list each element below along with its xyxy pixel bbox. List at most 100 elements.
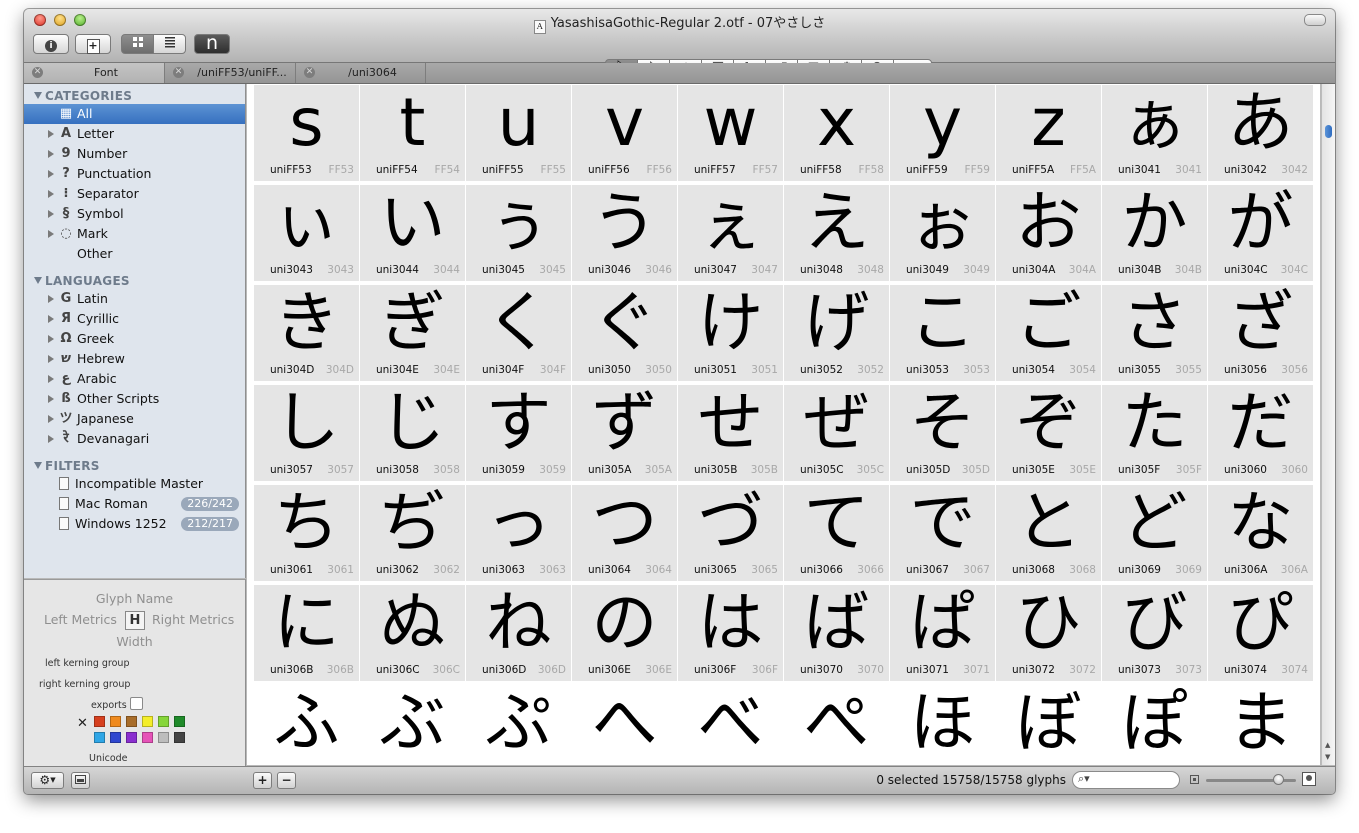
close-tab-icon[interactable]: ✕: [304, 67, 315, 78]
filter-item-incompatible-master[interactable]: Incompatible Master: [24, 474, 245, 494]
left-kerning-group-field[interactable]: left kerning group: [45, 658, 129, 669]
glyph-cell[interactable]: u uniFF55 FF55: [466, 84, 571, 181]
sidebar-item-number[interactable]: 9 Number: [24, 144, 245, 164]
tab-font[interactable]: ✕ Font: [24, 63, 165, 83]
disclosure-triangle-icon[interactable]: [48, 415, 54, 423]
glyph-cell[interactable]: ぶ: [360, 684, 465, 765]
glyph-cell[interactable]: ぼ: [996, 684, 1101, 765]
glyph-cell[interactable]: ぅ uni3045 3045: [466, 184, 571, 281]
glyph-cell[interactable]: y uniFF59 FF59: [890, 84, 995, 181]
glyph-cell[interactable]: ぎ uni304E 304E: [360, 284, 465, 381]
sidebar-item-all[interactable]: ▦ All: [24, 104, 245, 124]
glyph-cell[interactable]: ぜ uni305C 305C: [784, 384, 889, 481]
glyph-cell[interactable]: で uni3067 3067: [890, 484, 995, 581]
color-swatch[interactable]: [94, 732, 105, 743]
panel-toggle-button[interactable]: [71, 772, 90, 789]
scroll-up-arrow-icon[interactable]: ▲: [1325, 741, 1330, 749]
glyph-cell[interactable]: な uni306A 306A: [1208, 484, 1313, 581]
list-view-button[interactable]: [153, 34, 186, 54]
glyph-cell[interactable]: x uniFF58 FF58: [784, 84, 889, 181]
glyph-cell[interactable]: げ uni3052 3052: [784, 284, 889, 381]
sidebar-item-hebrew[interactable]: ש Hebrew: [24, 349, 245, 369]
color-swatch[interactable]: [126, 732, 137, 743]
right-metrics-field[interactable]: Right Metrics: [152, 612, 234, 627]
color-swatch[interactable]: [158, 732, 169, 743]
glyph-name-field[interactable]: Glyph Name: [24, 591, 245, 606]
glyph-cell[interactable]: く uni304F 304F: [466, 284, 571, 381]
disclosure-triangle-icon[interactable]: [48, 130, 54, 138]
disclosure-triangle-icon[interactable]: [48, 435, 54, 443]
sidebar-item-greek[interactable]: Ω Greek: [24, 329, 245, 349]
search-field[interactable]: ⌕▾: [1072, 771, 1180, 789]
glyph-cell[interactable]: こ uni3053 3053: [890, 284, 995, 381]
color-swatch[interactable]: [110, 732, 121, 743]
preview-button[interactable]: n: [194, 34, 230, 54]
disclosure-triangle-icon[interactable]: [48, 230, 54, 238]
glyph-cell[interactable]: た uni305F 305F: [1102, 384, 1207, 481]
info-button[interactable]: i: [33, 34, 69, 54]
unicode-field[interactable]: Unicode: [89, 753, 128, 764]
toolbar-toggle-button[interactable]: [1304, 14, 1326, 26]
glyph-cell[interactable]: か uni304B 304B: [1102, 184, 1207, 281]
glyph-cell[interactable]: ぺ: [784, 684, 889, 765]
color-swatch[interactable]: [110, 716, 121, 727]
scroll-down-arrow-icon[interactable]: ▼: [1325, 753, 1330, 761]
disclosure-triangle-icon[interactable]: [48, 375, 54, 383]
glyph-cell[interactable]: け uni3051 3051: [678, 284, 783, 381]
disclosure-triangle-icon[interactable]: [48, 170, 54, 178]
close-tab-icon[interactable]: ✕: [32, 67, 43, 78]
color-swatch[interactable]: [126, 716, 137, 727]
glyph-cell[interactable]: さ uni3055 3055: [1102, 284, 1207, 381]
glyph-cell[interactable]: っ uni3063 3063: [466, 484, 571, 581]
glyph-cell[interactable]: そ uni305D 305D: [890, 384, 995, 481]
close-tab-icon[interactable]: ✕: [173, 67, 184, 78]
left-metrics-field[interactable]: Left Metrics: [44, 612, 117, 627]
add-glyph-button[interactable]: +: [75, 34, 111, 54]
add-glyph-bottom-button[interactable]: +: [253, 772, 272, 789]
glyph-cell[interactable]: ぬ uni306C 306C: [360, 584, 465, 681]
glyph-cell[interactable]: き uni304D 304D: [254, 284, 359, 381]
sidebar-item-separator[interactable]: ⁝ Separator: [24, 184, 245, 204]
glyph-cell[interactable]: ぽ: [1102, 684, 1207, 765]
filter-item-mac-roman[interactable]: Mac Roman 226/242: [24, 494, 245, 514]
glyph-cell[interactable]: ぱ uni3071 3071: [890, 584, 995, 681]
color-swatch[interactable]: [174, 732, 185, 743]
remove-glyph-button[interactable]: −: [277, 772, 296, 789]
glyph-cell[interactable]: は uni306F 306F: [678, 584, 783, 681]
sidebar-item-other-scripts[interactable]: ß Other Scripts: [24, 389, 245, 409]
exports-checkbox[interactable]: [130, 697, 143, 710]
glyph-cell[interactable]: s uniFF53 FF53: [254, 84, 359, 181]
glyph-cell[interactable]: ま: [1208, 684, 1313, 765]
action-menu-button[interactable]: ⚙▼: [31, 772, 64, 789]
sidebar-item-japanese[interactable]: ツ Japanese: [24, 409, 245, 429]
glyph-cell[interactable]: ち uni3061 3061: [254, 484, 359, 581]
color-swatch[interactable]: [142, 732, 153, 743]
glyph-cell[interactable]: ぞ uni305E 305E: [996, 384, 1101, 481]
scrollbar-thumb[interactable]: [1325, 125, 1332, 138]
color-swatch[interactable]: [174, 716, 185, 727]
glyph-cell[interactable]: に uni306B 306B: [254, 584, 359, 681]
glyph-cell[interactable]: ぉ uni3049 3049: [890, 184, 995, 281]
glyph-cell[interactable]: ぃ uni3043 3043: [254, 184, 359, 281]
search-input[interactable]: [1099, 773, 1173, 787]
color-swatch[interactable]: [142, 716, 153, 727]
glyph-cell[interactable]: w uniFF57 FF57: [678, 84, 783, 181]
link-metrics-icon[interactable]: H: [125, 611, 145, 630]
right-kerning-group-field[interactable]: right kerning group: [39, 679, 130, 690]
filter-item-windows-1252[interactable]: Windows 1252 212/217: [24, 514, 245, 534]
glyph-cell[interactable]: じ uni3058 3058: [360, 384, 465, 481]
glyph-cell[interactable]: ご uni3054 3054: [996, 284, 1101, 381]
glyph-cell[interactable]: づ uni3065 3065: [678, 484, 783, 581]
categories-header[interactable]: CATEGORIES: [34, 89, 132, 103]
disclosure-triangle-icon[interactable]: [48, 190, 54, 198]
disclosure-triangle-icon[interactable]: [48, 315, 54, 323]
disclosure-triangle-icon[interactable]: [48, 335, 54, 343]
glyph-cell[interactable]: ね uni306D 306D: [466, 584, 571, 681]
glyph-cell[interactable]: い uni3044 3044: [360, 184, 465, 281]
glyph-cell[interactable]: ぇ uni3047 3047: [678, 184, 783, 281]
glyph-cell[interactable]: べ: [678, 684, 783, 765]
disclosure-triangle-icon[interactable]: [48, 210, 54, 218]
sidebar-item-punctuation[interactable]: ? Punctuation: [24, 164, 245, 184]
glyph-cell[interactable]: す uni3059 3059: [466, 384, 571, 481]
glyph-cell[interactable]: ど uni3069 3069: [1102, 484, 1207, 581]
